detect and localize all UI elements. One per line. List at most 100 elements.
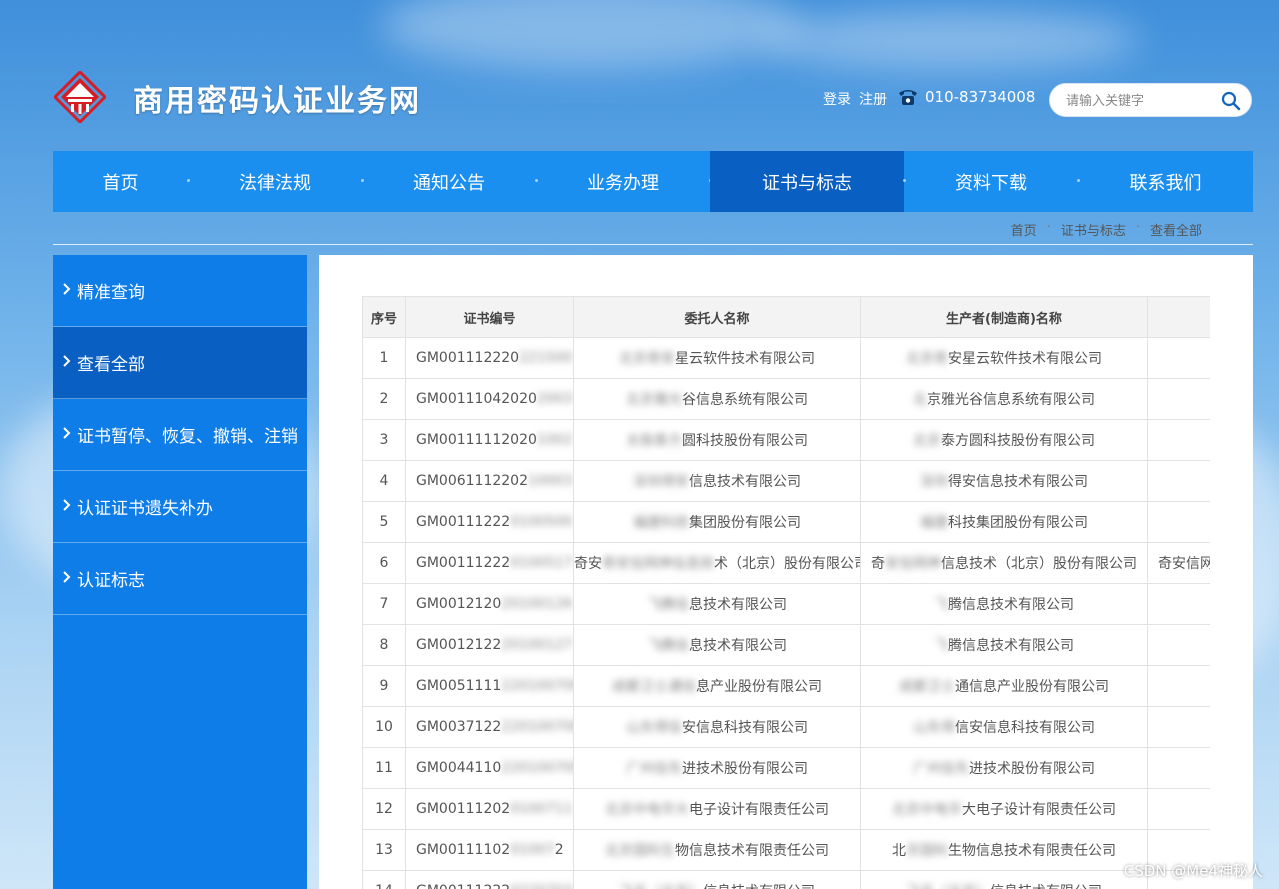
cert-number-tail: 2 bbox=[554, 842, 564, 858]
cell-no: 1 bbox=[362, 337, 406, 379]
table-row[interactable]: 5 GM001112220100500 福建科技集团股份有限公司 福建科技集团股份有限… bbox=[362, 501, 1210, 543]
table-row[interactable]: 13 GM00111102010072 北京国科生物信息技术有限责任公司 北京国科生物… bbox=[362, 829, 1210, 871]
client-name-lead: 奇安 bbox=[574, 556, 603, 572]
sidebar-item-cert-mark[interactable]: 认证标志 bbox=[53, 543, 307, 615]
table-row[interactable]: 6 GM001112220100517 奇安奇安信网神信息技术（北京）股份有限公司奇… bbox=[362, 542, 1210, 584]
client-name: 安信息科技有限公司 bbox=[682, 720, 808, 736]
cell-cert-no[interactable]: GM001110420202003 bbox=[405, 378, 574, 420]
cell-cert-no[interactable]: GM001112220220703 bbox=[405, 870, 574, 889]
table-row[interactable]: 2 GM001110420202003 北京雅光谷信息系统有限公司 北京雅光谷信息系统… bbox=[362, 378, 1210, 420]
breadcrumb-certificates[interactable]: 证书与标志 bbox=[1061, 220, 1126, 239]
client-name: 星云软件技术有限公司 bbox=[675, 351, 815, 367]
table-row[interactable]: 11 GM0044110220100709 广州信先进技术股份有限公司 广州信先进技术… bbox=[362, 747, 1210, 789]
cell-client: 福建科技集团股份有限公司 bbox=[573, 501, 861, 543]
cell-maker: 北京中电华大电子设计有限责任公司 bbox=[860, 788, 1148, 830]
maker-name: 信息技术（北京）股份有限公司 bbox=[941, 556, 1137, 572]
maker-name: 大电子设计有限责任公司 bbox=[962, 802, 1116, 818]
cert-number-masked: 220100700 bbox=[501, 678, 574, 694]
cert-number: GM0037122 bbox=[416, 719, 502, 735]
table-row[interactable]: 10 GM0037122220100708 山东得信安信息科技有限公司 山东得信安信息… bbox=[362, 706, 1210, 748]
table-row[interactable]: 3 GM001111120201002 太极泰方圆科技股份有限公司 北京泰方圆科技股份… bbox=[362, 419, 1210, 461]
cell-maker: 北京雅光谷信息系统有限公司 bbox=[860, 378, 1148, 420]
cell-cert-no[interactable]: GM001212020100126 bbox=[405, 583, 574, 625]
cell-cert-no[interactable]: GM001112220100500 bbox=[405, 501, 574, 543]
cell-no: 3 bbox=[362, 419, 406, 461]
cert-number-masked: 1002 bbox=[536, 432, 573, 448]
nav-downloads[interactable]: 资料下载 bbox=[904, 151, 1080, 212]
cell-cert-no[interactable]: GM0044110220100709 bbox=[405, 747, 574, 789]
cert-number: GM0061112202 bbox=[416, 473, 528, 489]
client-name: 信息技术有限公司 bbox=[689, 474, 801, 490]
cell-cert-no[interactable]: GM0051111220100700 bbox=[405, 665, 574, 707]
cell-cert-no[interactable]: GM0037122220100708 bbox=[405, 706, 574, 748]
cert-number-masked: 01007 bbox=[510, 842, 555, 858]
sidebar-item-view-all[interactable]: 查看全部 bbox=[53, 327, 307, 399]
site-logo-icon[interactable] bbox=[54, 71, 106, 123]
register-link[interactable]: 注册 bbox=[859, 89, 887, 109]
site-title[interactable]: 商用密码认证业务网 bbox=[133, 76, 421, 120]
maker-name: 信安信息科技有限公司 bbox=[955, 720, 1095, 736]
cell-cert-no[interactable]: GM001212220100127 bbox=[405, 624, 574, 666]
cell-cert-no[interactable]: GM006111220210003 bbox=[405, 460, 574, 502]
sidebar-item-lost-reissue[interactable]: 认证证书遗失补办 bbox=[53, 471, 307, 543]
client-name: 谷信息系统有限公司 bbox=[682, 392, 808, 408]
breadcrumb-home[interactable]: 首页 bbox=[1011, 220, 1037, 239]
table-row[interactable]: 4 GM006111220210003 深圳得安信息技术有限公司 深圳得安信息技术有限… bbox=[362, 460, 1210, 502]
cell-maker: 飞腾信息技术有限公司 bbox=[860, 583, 1148, 625]
maker-name: 科技集团股份有限公司 bbox=[948, 515, 1088, 531]
cell-extra bbox=[1147, 583, 1210, 625]
col-header-extra bbox=[1147, 296, 1210, 338]
row-number: 3 bbox=[379, 432, 389, 448]
client-name: 信息技术有限公司 bbox=[703, 884, 815, 889]
chevron-right-icon bbox=[63, 282, 71, 295]
phone-number: 010-83734008 bbox=[925, 88, 1036, 106]
cell-no: 2 bbox=[362, 378, 406, 420]
chevron-right-icon bbox=[63, 426, 71, 439]
table-row[interactable]: 8 GM001212220100127 飞腾信息技术有限公司 飞腾信息技术有限公司 bbox=[362, 624, 1210, 666]
cell-no: 9 bbox=[362, 665, 406, 707]
cell-cert-no[interactable]: GM00111102010072 bbox=[405, 829, 574, 871]
table-row[interactable]: 1 GM001112220221500 北京奇安星云软件技术有限公司 北京奇安星云软件… bbox=[362, 337, 1210, 379]
main-content: 序号 证书编号 委托人名称 生产者(制造商)名称 1 GM001112220221… bbox=[319, 255, 1253, 889]
row-number: 2 bbox=[379, 391, 389, 407]
cert-number: GM001112220 bbox=[416, 350, 520, 366]
sidebar-item-precise-query[interactable]: 精准查询 bbox=[53, 255, 307, 327]
client-name-masked: 广州信先 bbox=[626, 761, 682, 777]
nav-notices[interactable]: 通知公告 bbox=[362, 151, 538, 212]
search-input[interactable] bbox=[1066, 91, 1216, 111]
table-row[interactable]: 12 GM001112020100711 北京中电华大电子设计有限责任公司 北京中电华… bbox=[362, 788, 1210, 830]
login-link[interactable]: 登录 bbox=[823, 89, 851, 109]
client-name-masked: 太极泰方 bbox=[626, 433, 682, 449]
cell-maker: 北京国科生物信息技术有限责任公司 bbox=[860, 829, 1148, 871]
cell-cert-no[interactable]: GM001112220221500 bbox=[405, 337, 574, 379]
cert-number-masked: 0100500 bbox=[510, 514, 573, 530]
maker-name: 安星云软件技术有限公司 bbox=[948, 351, 1102, 367]
cell-maker: 北京奇安星云软件技术有限公司 bbox=[860, 337, 1148, 379]
nav-business[interactable]: 业务办理 bbox=[536, 151, 712, 212]
table-row[interactable]: 9 GM0051111220100700 成都卫士通信息产业股份有限公司 成都卫士通信… bbox=[362, 665, 1210, 707]
cell-no: 12 bbox=[362, 788, 406, 830]
nav-home[interactable]: 首页 bbox=[53, 151, 190, 212]
breadcrumb-separator: · bbox=[1135, 220, 1140, 235]
cell-cert-no[interactable]: GM001111120201002 bbox=[405, 419, 574, 461]
cert-number-masked: 10003 bbox=[528, 473, 573, 489]
row-number: 4 bbox=[379, 473, 389, 489]
nav-laws[interactable]: 法律法规 bbox=[188, 151, 364, 212]
table-row[interactable]: 7 GM001212020100126 飞腾信息技术有限公司 飞腾信息技术有限公司 bbox=[362, 583, 1210, 625]
nav-contact[interactable]: 联系我们 bbox=[1078, 151, 1253, 212]
cell-cert-no[interactable]: GM001112020100711 bbox=[405, 788, 574, 830]
certificate-table-wrapper: 序号 证书编号 委托人名称 生产者(制造商)名称 1 GM001112220221… bbox=[362, 296, 1210, 889]
nav-certificates[interactable]: 证书与标志 bbox=[710, 151, 906, 212]
maker-name: 泰方圆科技股份有限公司 bbox=[941, 433, 1095, 449]
sidebar-item-suspend-revoke[interactable]: 证书暂停、恢复、撤销、注销 bbox=[53, 399, 307, 471]
table-header-row: 序号 证书编号 委托人名称 生产者(制造商)名称 bbox=[362, 296, 1210, 338]
cell-cert-no[interactable]: GM001112220100517 bbox=[405, 542, 574, 584]
maker-name-masked: 北京奇 bbox=[906, 351, 948, 367]
table-row[interactable]: 14GM001112220220703飞天（北京）信息技术有限公司飞天（北京）信… bbox=[362, 870, 1210, 889]
cell-no: 13 bbox=[362, 829, 406, 871]
cell-client: 北京国科生物信息技术有限责任公司 bbox=[573, 829, 861, 871]
maker-name: 得安信息技术有限公司 bbox=[948, 474, 1088, 490]
search-icon[interactable] bbox=[1221, 91, 1241, 111]
maker-name: 信息技术有限公司 bbox=[990, 884, 1102, 889]
client-name-masked: 北京国科生 bbox=[605, 843, 675, 859]
